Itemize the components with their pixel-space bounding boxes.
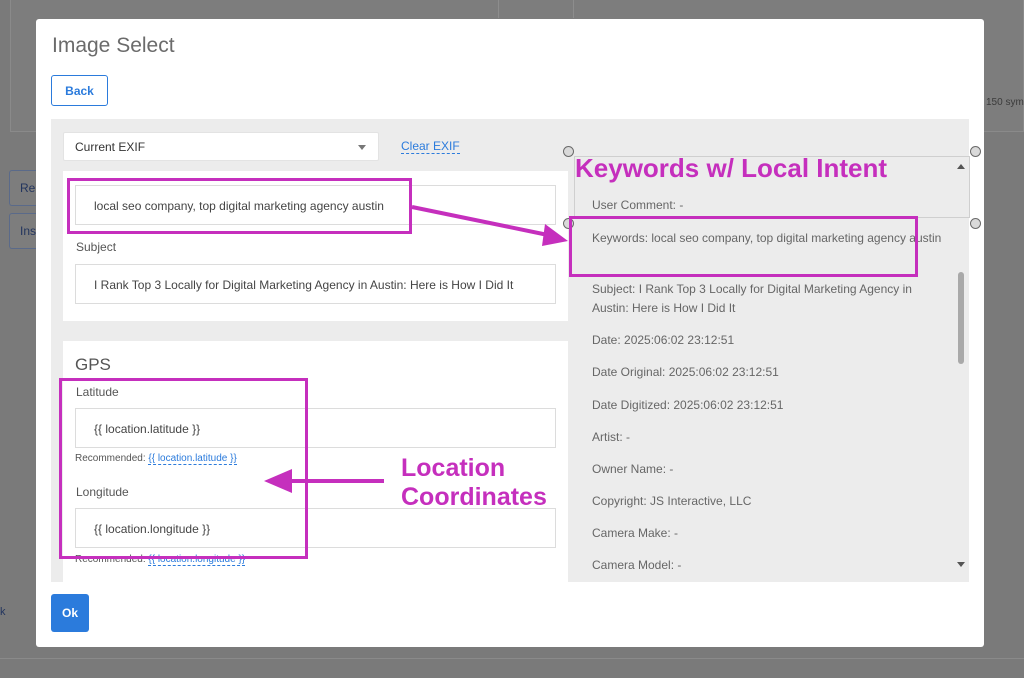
keywords-arrow-line — [411, 205, 549, 237]
annotation-arrows — [264, 205, 568, 493]
location-arrow-head — [264, 469, 292, 493]
keywords-arrow-head — [542, 224, 568, 246]
